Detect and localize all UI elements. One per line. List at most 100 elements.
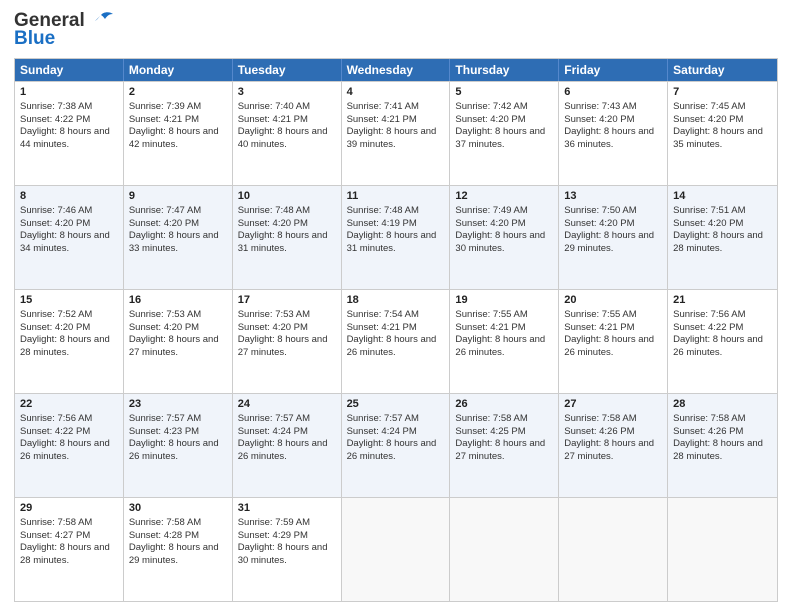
sunset: Sunset: 4:21 PM <box>347 322 417 333</box>
daylight: Daylight: 8 hours and 30 minutes. <box>238 542 328 566</box>
day-number: 19 <box>455 293 553 308</box>
daylight: Daylight: 8 hours and 26 minutes. <box>238 438 328 462</box>
daylight: Daylight: 8 hours and 35 minutes. <box>673 126 763 150</box>
header: General Blue <box>14 10 778 50</box>
sunrise: Sunrise: 7:40 AM <box>238 101 310 112</box>
day-header-thursday: Thursday <box>450 59 559 81</box>
sunrise: Sunrise: 7:59 AM <box>238 517 310 528</box>
calendar-day-18: 18Sunrise: 7:54 AMSunset: 4:21 PMDayligh… <box>342 290 451 393</box>
sunrise: Sunrise: 7:38 AM <box>20 101 92 112</box>
sunset: Sunset: 4:24 PM <box>238 426 308 437</box>
day-header-tuesday: Tuesday <box>233 59 342 81</box>
calendar-day-3: 3Sunrise: 7:40 AMSunset: 4:21 PMDaylight… <box>233 82 342 185</box>
day-number: 2 <box>129 85 227 100</box>
daylight: Daylight: 8 hours and 26 minutes. <box>564 334 654 358</box>
day-number: 11 <box>347 189 445 204</box>
sunrise: Sunrise: 7:55 AM <box>564 309 636 320</box>
daylight: Daylight: 8 hours and 31 minutes. <box>238 230 328 254</box>
day-number: 22 <box>20 397 118 412</box>
sunrise: Sunrise: 7:47 AM <box>129 205 201 216</box>
sunset: Sunset: 4:23 PM <box>129 426 199 437</box>
day-number: 6 <box>564 85 662 100</box>
sunrise: Sunrise: 7:57 AM <box>129 413 201 424</box>
sunset: Sunset: 4:22 PM <box>673 322 743 333</box>
daylight: Daylight: 8 hours and 28 minutes. <box>673 438 763 462</box>
daylight: Daylight: 8 hours and 36 minutes. <box>564 126 654 150</box>
sunset: Sunset: 4:25 PM <box>455 426 525 437</box>
calendar-day-13: 13Sunrise: 7:50 AMSunset: 4:20 PMDayligh… <box>559 186 668 289</box>
sunset: Sunset: 4:28 PM <box>129 530 199 541</box>
sunrise: Sunrise: 7:50 AM <box>564 205 636 216</box>
calendar-day-11: 11Sunrise: 7:48 AMSunset: 4:19 PMDayligh… <box>342 186 451 289</box>
day-number: 3 <box>238 85 336 100</box>
calendar-day-24: 24Sunrise: 7:57 AMSunset: 4:24 PMDayligh… <box>233 394 342 497</box>
day-number: 4 <box>347 85 445 100</box>
calendar-day-5: 5Sunrise: 7:42 AMSunset: 4:20 PMDaylight… <box>450 82 559 185</box>
calendar-day-31: 31Sunrise: 7:59 AMSunset: 4:29 PMDayligh… <box>233 498 342 601</box>
sunrise: Sunrise: 7:51 AM <box>673 205 745 216</box>
day-header-wednesday: Wednesday <box>342 59 451 81</box>
sunset: Sunset: 4:19 PM <box>347 218 417 229</box>
daylight: Daylight: 8 hours and 34 minutes. <box>20 230 110 254</box>
day-number: 1 <box>20 85 118 100</box>
sunset: Sunset: 4:21 PM <box>564 322 634 333</box>
daylight: Daylight: 8 hours and 26 minutes. <box>347 438 437 462</box>
day-number: 5 <box>455 85 553 100</box>
sunrise: Sunrise: 7:58 AM <box>129 517 201 528</box>
sunrise: Sunrise: 7:55 AM <box>455 309 527 320</box>
sunset: Sunset: 4:20 PM <box>20 322 90 333</box>
calendar-day-19: 19Sunrise: 7:55 AMSunset: 4:21 PMDayligh… <box>450 290 559 393</box>
sunset: Sunset: 4:21 PM <box>347 114 417 125</box>
sunrise: Sunrise: 7:49 AM <box>455 205 527 216</box>
calendar-week-2: 8Sunrise: 7:46 AMSunset: 4:20 PMDaylight… <box>15 185 777 289</box>
sunset: Sunset: 4:20 PM <box>673 114 743 125</box>
day-number: 10 <box>238 189 336 204</box>
day-number: 25 <box>347 397 445 412</box>
sunrise: Sunrise: 7:56 AM <box>20 413 92 424</box>
daylight: Daylight: 8 hours and 30 minutes. <box>455 230 545 254</box>
sunrise: Sunrise: 7:45 AM <box>673 101 745 112</box>
calendar-day-26: 26Sunrise: 7:58 AMSunset: 4:25 PMDayligh… <box>450 394 559 497</box>
calendar-day-22: 22Sunrise: 7:56 AMSunset: 4:22 PMDayligh… <box>15 394 124 497</box>
sunset: Sunset: 4:20 PM <box>673 218 743 229</box>
calendar-empty <box>559 498 668 601</box>
calendar-header: SundayMondayTuesdayWednesdayThursdayFrid… <box>15 59 777 81</box>
sunset: Sunset: 4:26 PM <box>564 426 634 437</box>
calendar-day-23: 23Sunrise: 7:57 AMSunset: 4:23 PMDayligh… <box>124 394 233 497</box>
daylight: Daylight: 8 hours and 28 minutes. <box>673 230 763 254</box>
daylight: Daylight: 8 hours and 33 minutes. <box>129 230 219 254</box>
calendar-day-20: 20Sunrise: 7:55 AMSunset: 4:21 PMDayligh… <box>559 290 668 393</box>
sunset: Sunset: 4:29 PM <box>238 530 308 541</box>
sunrise: Sunrise: 7:39 AM <box>129 101 201 112</box>
daylight: Daylight: 8 hours and 26 minutes. <box>129 438 219 462</box>
logo: General Blue <box>14 10 115 50</box>
calendar-empty <box>342 498 451 601</box>
daylight: Daylight: 8 hours and 26 minutes. <box>673 334 763 358</box>
calendar-day-9: 9Sunrise: 7:47 AMSunset: 4:20 PMDaylight… <box>124 186 233 289</box>
daylight: Daylight: 8 hours and 42 minutes. <box>129 126 219 150</box>
daylight: Daylight: 8 hours and 27 minutes. <box>129 334 219 358</box>
sunset: Sunset: 4:24 PM <box>347 426 417 437</box>
calendar-day-28: 28Sunrise: 7:58 AMSunset: 4:26 PMDayligh… <box>668 394 777 497</box>
sunrise: Sunrise: 7:53 AM <box>129 309 201 320</box>
sunrise: Sunrise: 7:46 AM <box>20 205 92 216</box>
sunrise: Sunrise: 7:53 AM <box>238 309 310 320</box>
sunset: Sunset: 4:22 PM <box>20 114 90 125</box>
calendar-empty <box>450 498 559 601</box>
calendar-day-4: 4Sunrise: 7:41 AMSunset: 4:21 PMDaylight… <box>342 82 451 185</box>
sunrise: Sunrise: 7:58 AM <box>455 413 527 424</box>
day-number: 9 <box>129 189 227 204</box>
day-number: 8 <box>20 189 118 204</box>
calendar-body: 1Sunrise: 7:38 AMSunset: 4:22 PMDaylight… <box>15 81 777 601</box>
daylight: Daylight: 8 hours and 28 minutes. <box>20 542 110 566</box>
day-number: 26 <box>455 397 553 412</box>
calendar-empty <box>668 498 777 601</box>
daylight: Daylight: 8 hours and 27 minutes. <box>238 334 328 358</box>
day-header-sunday: Sunday <box>15 59 124 81</box>
sunset: Sunset: 4:21 PM <box>129 114 199 125</box>
sunset: Sunset: 4:20 PM <box>455 114 525 125</box>
sunset: Sunset: 4:20 PM <box>129 322 199 333</box>
day-number: 29 <box>20 501 118 516</box>
sunset: Sunset: 4:26 PM <box>673 426 743 437</box>
calendar-day-12: 12Sunrise: 7:49 AMSunset: 4:20 PMDayligh… <box>450 186 559 289</box>
